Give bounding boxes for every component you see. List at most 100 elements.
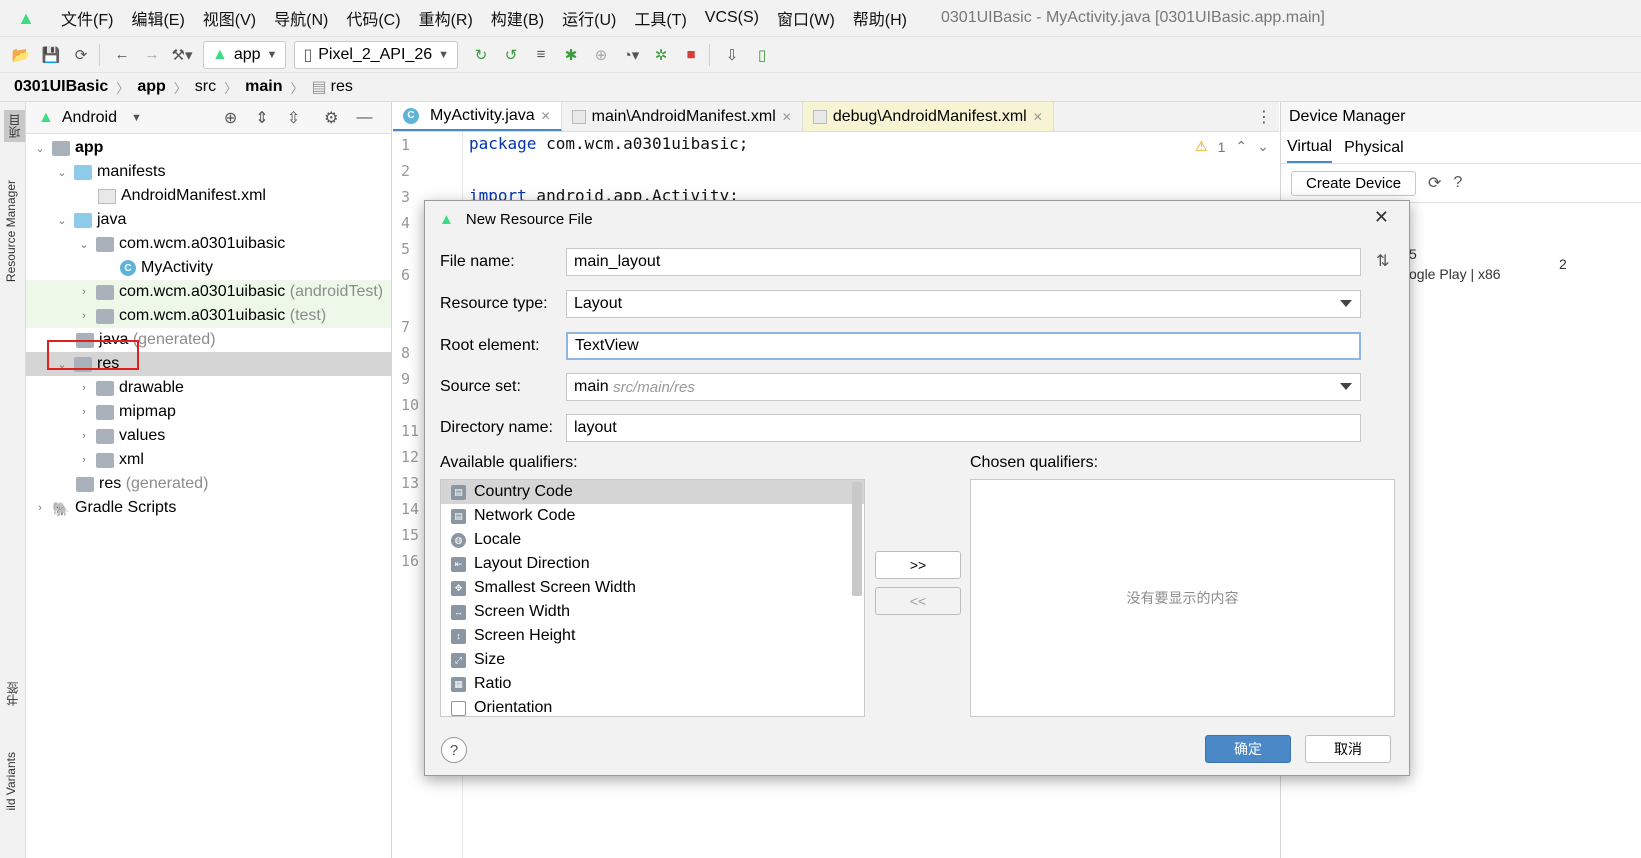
build-variants-tool-tab[interactable]: ild Variants [4,752,18,810]
resource-manager-tool-tab[interactable]: Resource Manager [4,180,18,282]
tree-item-mipmap[interactable]: › mipmap [26,400,391,424]
tree-item-manifests[interactable]: ⌄ manifests [26,160,391,184]
attach-debugger-icon[interactable]: ⊕ [588,42,614,68]
expand-all-icon[interactable]: ⇕ [255,108,268,128]
tab-virtual[interactable]: Virtual [1287,132,1333,163]
profile-icon[interactable]: ◔▾ [618,42,644,68]
inspection-widget[interactable]: ⚠ 1 ⌃ ⌄ [1195,138,1269,155]
resource-type-select[interactable]: Layout [566,290,1361,318]
tree-item-app[interactable]: ⌄ app [26,136,391,160]
cancel-button[interactable]: 取消 [1305,735,1391,763]
chevron-right-icon[interactable]: › [76,454,92,466]
menu-window[interactable]: 窗口(W) [768,6,844,30]
source-set-select[interactable]: main src/main/res [566,373,1361,401]
menu-vcs[interactable]: VCS(S) [696,9,768,27]
close-icon[interactable]: ✕ [1033,110,1043,124]
create-device-button[interactable]: Create Device [1291,170,1417,196]
menu-view[interactable]: 视图(V) [194,6,265,30]
chevron-right-icon[interactable]: › [76,406,92,418]
tree-item-androidmanifest[interactable]: AndroidManifest.xml [26,184,391,208]
tree-item-java[interactable]: ⌄ java [26,208,391,232]
chevron-right-icon[interactable]: › [76,382,92,394]
list-item[interactable]: ▤ Country Code [441,480,864,504]
forward-arrow-icon[interactable]: → [139,42,165,68]
chevron-right-icon[interactable]: › [32,502,48,514]
help-icon[interactable]: ? [441,737,467,763]
apply-changes-icon[interactable]: ↻ [468,42,494,68]
sdk-manager-icon[interactable]: ⇩ [719,42,745,68]
device-select[interactable]: ▯ Pixel_2_API_26 ▼ [294,40,458,69]
locate-icon[interactable]: ⊕ [224,108,237,128]
sort-icon[interactable]: ⇅ [1376,251,1389,271]
chevron-right-icon[interactable]: › [76,310,92,322]
list-item[interactable]: ▤ Network Code [441,504,864,528]
breadcrumb-main[interactable]: main [245,78,282,96]
list-scrollbar[interactable] [852,482,862,596]
tree-item-package-test[interactable]: › com.wcm.a0301uibasic (test) [26,304,391,328]
list-item[interactable]: Orientation [441,696,864,716]
menu-edit[interactable]: 编辑(E) [122,6,193,30]
available-qualifiers-list[interactable]: ▤ Country Code ▤ Network Code ◍ Locale ⇤ Lay… [440,479,865,717]
code-line-1[interactable]: package com.wcm.a0301uibasic; [469,134,748,153]
menu-run[interactable]: 运行(U) [553,6,625,30]
tab-main-manifest[interactable]: main\AndroidManifest.xml ✕ [562,102,803,131]
chosen-qualifiers-list[interactable]: 没有要显示的内容 [970,479,1395,717]
chevron-down-icon[interactable]: ▼ [131,112,142,124]
chevron-down-icon[interactable]: ⌄ [1257,138,1269,155]
chevron-up-icon[interactable]: ⌃ [1235,138,1247,155]
bookmarks-tool-tab[interactable]: 书签 [4,682,21,706]
build-hammer-icon[interactable]: ⚒▾ [169,42,195,68]
list-item[interactable]: ↕ Screen Height [441,624,864,648]
help-icon[interactable]: ? [1453,174,1462,192]
run-config-select[interactable]: ▲ app ▼ [203,40,287,69]
directory-name-input[interactable]: layout [566,414,1361,442]
tree-item-myactivity[interactable]: C MyActivity [26,256,391,280]
root-element-input[interactable]: TextView [566,332,1361,360]
list-item[interactable]: ↔ Screen Width [441,600,864,624]
tree-item-package-androidtest[interactable]: › com.wcm.a0301uibasic (androidTest) [26,280,391,304]
tree-item-values[interactable]: › values [26,424,391,448]
back-arrow-icon[interactable]: ← [109,42,135,68]
add-qualifier-button[interactable]: >> [875,551,961,579]
open-folder-icon[interactable]: 📂 [8,42,34,68]
close-icon[interactable]: ✕ [782,110,792,124]
menu-navigate[interactable]: 导航(N) [265,6,337,30]
more-vertical-icon[interactable]: ⋮ [1249,102,1279,131]
menu-file[interactable]: 文件(F) [52,6,122,30]
chevron-right-icon[interactable]: › [76,286,92,298]
list-item[interactable]: ◍ Locale [441,528,864,552]
logcat-icon[interactable]: ≡ [528,42,554,68]
breadcrumb-res[interactable]: res [331,78,353,96]
sync-icon[interactable]: ⟳ [68,42,94,68]
breadcrumb-src[interactable]: src [195,78,216,96]
menu-code[interactable]: 代码(C) [337,6,409,30]
breadcrumb-project[interactable]: 0301UIBasic [14,78,108,96]
device-manager-icon[interactable]: ▯ [749,42,775,68]
apply-code-changes-icon[interactable]: ↺ [498,42,524,68]
list-item[interactable]: ▦ Ratio [441,672,864,696]
menu-build[interactable]: 构建(B) [482,6,553,30]
menu-tools[interactable]: 工具(T) [625,6,695,30]
menu-help[interactable]: 帮助(H) [844,6,916,30]
tree-item-xml[interactable]: › xml [26,448,391,472]
collapse-all-icon[interactable]: ⇳ [287,108,300,128]
file-name-input[interactable]: main_layout [566,248,1361,276]
menu-refactor[interactable]: 重构(R) [410,6,482,30]
minimize-icon[interactable]: — [356,109,372,127]
close-icon[interactable]: ✕ [541,109,551,123]
project-tool-tab[interactable]: 项目 [4,110,25,142]
breadcrumb-app[interactable]: app [137,78,165,96]
tab-physical[interactable]: Physical [1344,132,1404,163]
stop-icon[interactable]: ■ [678,42,704,68]
chevron-down-icon[interactable]: ⌄ [54,166,70,179]
close-icon[interactable]: ✕ [1374,207,1389,228]
remove-qualifier-button[interactable]: << [875,587,961,615]
gear-icon[interactable]: ⚙ [324,108,338,128]
tree-item-package-main[interactable]: ⌄ com.wcm.a0301uibasic [26,232,391,256]
chevron-down-icon[interactable]: ⌄ [76,238,92,251]
chevron-right-icon[interactable]: › [76,430,92,442]
list-item[interactable]: ⇤ Layout Direction [441,552,864,576]
tree-item-drawable[interactable]: › drawable [26,376,391,400]
chevron-down-icon[interactable]: ⌄ [54,214,70,227]
tree-item-res-generated[interactable]: res (generated) [26,472,391,496]
